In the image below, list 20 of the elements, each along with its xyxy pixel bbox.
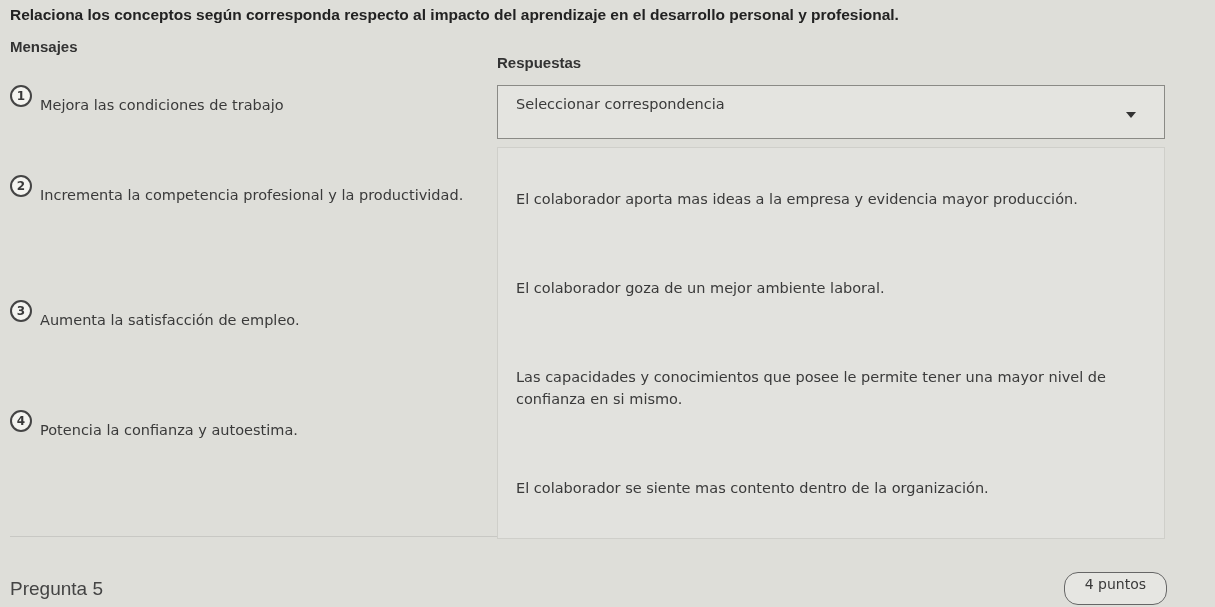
column-heading: Respuestas	[497, 54, 583, 71]
dropdown-option[interactable]: Las capacidades y conocimientos que posee le permite tener una mayor nivel de confianza en si mismo.	[498, 361, 1164, 414]
message-text: Aumenta la satisfacción de empleo.	[40, 311, 300, 330]
instruction-text: Relaciona los conceptos según corresponda respecto al impacto del aprendizaje en el desarrollo personal y profesional.	[10, 6, 900, 24]
caret-icon	[1126, 112, 1136, 118]
dropdown-option[interactable]: El colaborador se siente mas contento dentro de la organización.	[498, 472, 1164, 503]
message-text: Incrementa la competencia profesional y la productividad.	[40, 186, 464, 205]
column-heading: Mensajes	[10, 38, 79, 55]
number-badge: 4	[10, 410, 32, 432]
question-number: Pregunta 5	[10, 577, 103, 600]
number-badge: 1	[10, 85, 32, 107]
answer-dropdown[interactable]: Seleccionar correspondencia	[497, 85, 1165, 139]
number-badge: 2	[10, 175, 32, 197]
dropdown-option[interactable]: El colaborador aporta mas ideas a la empresa y evidencia mayor producción.	[498, 183, 1164, 214]
number-badge: 3	[10, 300, 32, 322]
dropdown-placeholder: Seleccionar correspondencia	[516, 96, 725, 112]
message-text: Mejora las condiciones de trabajo	[40, 96, 284, 115]
dropdown-option[interactable]: El colaborador goza de un mejor ambiente laboral.	[498, 272, 1164, 303]
message-text: Potencia la confianza y autoestima.	[40, 421, 298, 440]
points-badge: 4 puntos	[1063, 572, 1167, 605]
